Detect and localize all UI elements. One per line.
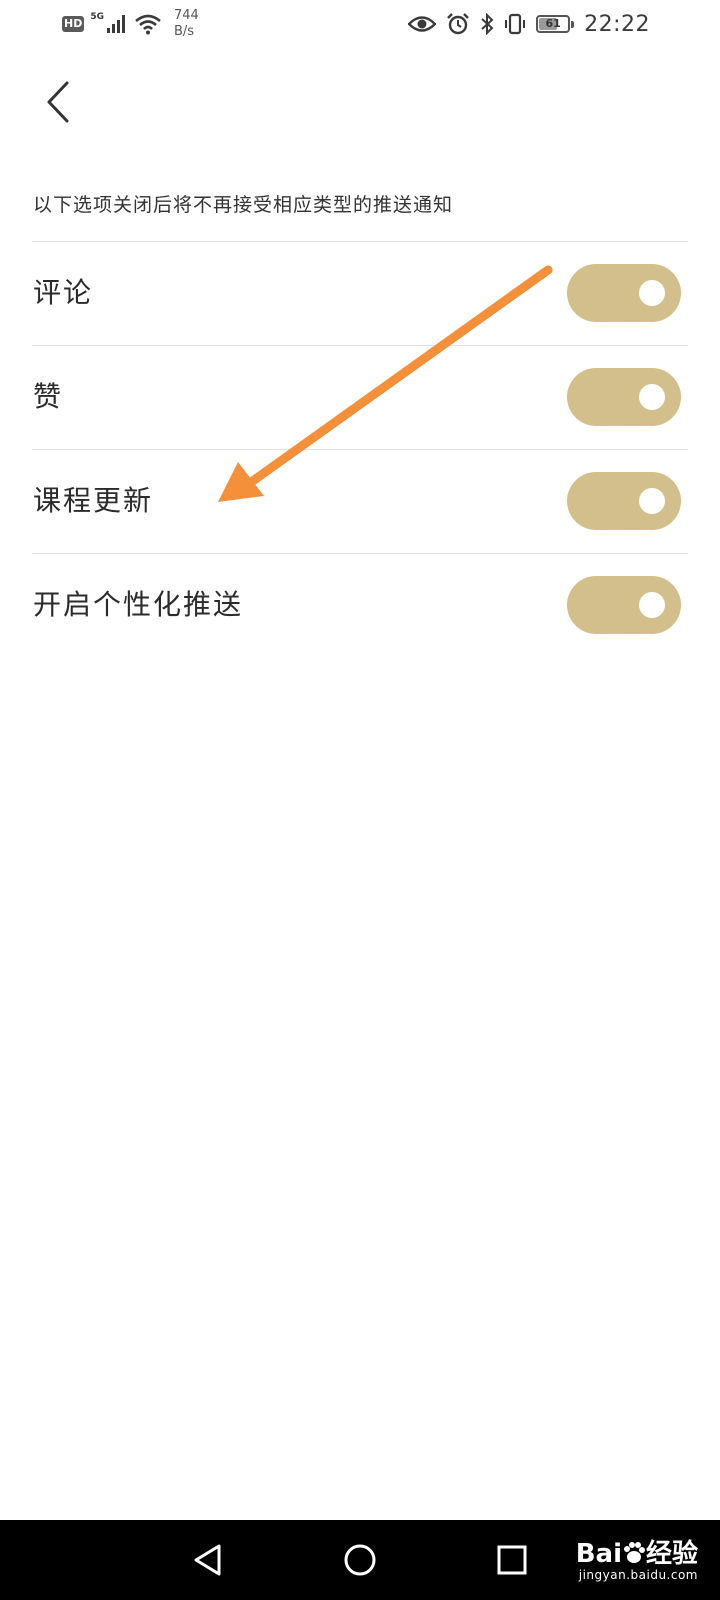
battery-icon: 61 (536, 15, 575, 33)
paw-icon (623, 1542, 645, 1563)
nav-recents-button[interactable] (488, 1536, 536, 1584)
setting-label: 开启个性化推送 (33, 588, 244, 621)
hd-icon: HD (62, 16, 85, 32)
setting-label: 评论 (33, 276, 94, 309)
battery-level: 61 (545, 17, 561, 30)
home-circle-icon (344, 1544, 376, 1576)
course-updates-toggle[interactable] (567, 472, 681, 530)
setting-row-comments: 评论 (0, 242, 720, 344)
status-bar: HD 5G 744 B/s 61 22:22 (0, 0, 720, 48)
vibrate-icon (505, 13, 526, 35)
status-right: 61 22:22 (408, 8, 650, 40)
eye-icon (408, 16, 437, 32)
toggle-knob (639, 488, 665, 514)
network-speed: 744 B/s (174, 8, 199, 40)
personalized-push-toggle[interactable] (567, 576, 681, 634)
setting-label: 课程更新 (33, 484, 154, 517)
speed-value: 744 (174, 8, 199, 23)
likes-toggle[interactable] (567, 368, 681, 426)
toggle-knob (639, 592, 665, 618)
nav-home-button[interactable] (336, 1536, 384, 1584)
recents-square-icon (497, 1545, 527, 1575)
alarm-icon (447, 13, 469, 35)
watermark-url: jingyan.baidu.com (578, 1568, 698, 1582)
comments-toggle[interactable] (567, 264, 681, 322)
back-button[interactable] (30, 72, 86, 132)
setting-row-personalized-push: 开启个性化推送 (0, 554, 720, 656)
signal-icon (107, 15, 125, 33)
status-left: HD 5G 744 B/s (62, 8, 199, 40)
back-triangle-icon (194, 1544, 221, 1576)
chevron-left-icon (47, 81, 69, 123)
navigation-bar: Bai 经验 jingyan.baidu.com (0, 1520, 720, 1600)
setting-row-likes: 赞 (0, 346, 720, 448)
setting-label: 赞 (33, 380, 64, 413)
watermark-brand-cn: 经验 (645, 1539, 698, 1569)
nav-back-button[interactable] (184, 1536, 232, 1584)
settings-hint: 以下选项关闭后将不再接受相应类型的推送通知 (33, 194, 454, 216)
baidu-jingyan-watermark: Bai 经验 jingyan.baidu.com (576, 1533, 698, 1582)
toggle-knob (639, 280, 665, 306)
toggle-knob (639, 384, 665, 410)
network-type: 5G (90, 12, 104, 22)
watermark-brand: Bai (575, 1539, 622, 1569)
bluetooth-icon (481, 13, 494, 35)
wifi-icon (135, 14, 161, 35)
speed-unit: B/s (174, 24, 195, 39)
clock: 22:22 (584, 11, 650, 37)
setting-row-course-updates: 课程更新 (0, 450, 720, 552)
